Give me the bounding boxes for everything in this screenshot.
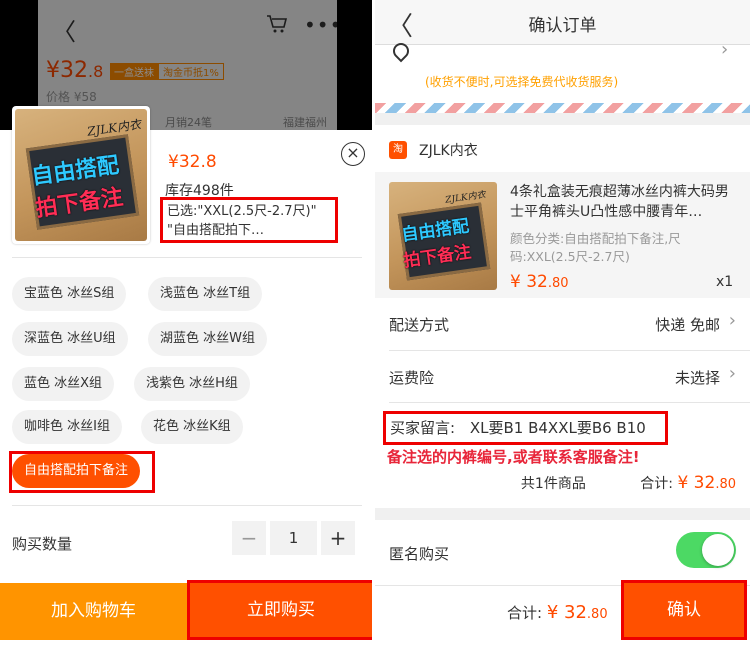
quantity-stepper: − 1 + [232, 521, 355, 555]
sku-option[interactable]: 浅紫色 冰丝H组 [134, 367, 250, 401]
order-total: 合计: ¥ 32.80 [507, 602, 608, 623]
item-title: 4条礼盒装无痕超薄冰丝内裤大码男士平角裤头U凸性感中腰青年… [510, 184, 729, 220]
item-thumbnail: ZJLK内衣 自由搭配 拍下备注 [389, 182, 497, 290]
taobao-icon: 淘 [389, 141, 407, 159]
quantity-value[interactable]: 1 [270, 521, 317, 555]
toggle-knob [702, 534, 734, 566]
sku-selected-text: 已选:"XXL(2.5尺-2.7尺)" "自由搭配拍下… [160, 197, 338, 243]
box-brand: ZJLK内衣 [86, 117, 142, 139]
address-stripe [375, 103, 750, 113]
divider [12, 505, 362, 506]
insurance-label: 运费险 [389, 369, 435, 387]
sku-option[interactable]: 花色 冰丝K组 [141, 410, 243, 444]
delivery-value: 快递 免邮 [655, 316, 720, 334]
chevron-right-icon: › [721, 39, 729, 60]
sku-option[interactable]: 蓝色 冰丝X组 [12, 367, 115, 401]
anonymous-toggle[interactable] [676, 532, 736, 568]
buy-now-button[interactable]: 立即购买 [190, 583, 372, 637]
gift-box-image: ZJLK内衣 自由搭配 拍下备注 [389, 182, 497, 290]
minus-button[interactable]: − [232, 521, 266, 555]
item-quantity: x1 [716, 274, 734, 290]
buyer-message-value[interactable]: XL要B1 B4XXL要B6 B10 [470, 419, 646, 437]
buyer-message-field[interactable]: 买家留言: XL要B1 B4XXL要B6 B10 [383, 411, 668, 445]
confirm-button[interactable]: 确认 [624, 583, 744, 637]
item-spec: 颜色分类:自由搭配拍下备注,尺码:XXL(2.5尺-2.7尺) [510, 231, 681, 264]
sku-product-image: ZJLK内衣 自由搭配 拍下备注 [12, 106, 150, 244]
sku-option[interactable]: 浅蓝色 冰丝T组 [148, 277, 263, 311]
sku-option[interactable]: 湖蓝色 冰丝W组 [148, 322, 267, 356]
address-hint[interactable]: (收货不便时,可选择免费代收货服务) [425, 73, 618, 90]
delivery-row[interactable]: 配送方式 快递 免邮 › [389, 298, 750, 350]
sku-option[interactable]: 宝蓝色 冰丝S组 [12, 277, 127, 311]
subtotal-amount: ¥ 32.80 [677, 473, 736, 493]
section-gap [375, 113, 750, 125]
annotation-note: 备注选的内裤编号,或者联系客服备注! [387, 448, 640, 466]
buyer-message-label: 买家留言: [390, 419, 456, 437]
order-subtotal: 共1件商品 合计: ¥ 32.80 [521, 473, 736, 493]
insurance-value: 未选择 [674, 369, 720, 387]
gift-box-image: ZJLK内衣 自由搭配 拍下备注 [15, 109, 147, 241]
sku-option[interactable]: 深蓝色 冰丝U组 [12, 322, 128, 356]
item-count: 共1件商品 [520, 476, 586, 492]
sku-price: ¥32.8 [168, 152, 217, 172]
total-amount: ¥ 32.80 [546, 602, 608, 623]
shop-name[interactable]: ZJLK内衣 [419, 140, 478, 160]
divider [12, 257, 362, 258]
subtotal-label: 合计: [640, 476, 673, 492]
address-section[interactable]: › (收货不便时,可选择免费代收货服务) [375, 39, 750, 103]
chevron-right-icon: › [728, 363, 736, 384]
side-bar-right [337, 0, 375, 135]
header: 〈 确认订单 [375, 0, 750, 45]
page-title: 确认订单 [528, 16, 597, 36]
total-label: 合计: [507, 604, 543, 622]
delivery-label: 配送方式 [389, 316, 450, 334]
add-to-cart-button[interactable]: 加入购物车 [0, 583, 187, 640]
confirm-order-screen: 〈 确认订单 › (收货不便时,可选择免费代收货服务) 淘 ZJLK内衣 ZJL… [375, 0, 750, 648]
sku-option[interactable]: 咖啡色 冰丝I组 [12, 410, 122, 444]
quantity-label: 购买数量 [12, 535, 73, 553]
anonymous-label: 匿名购买 [389, 545, 450, 563]
item-price: ¥ 32.80 [510, 272, 569, 292]
insurance-row[interactable]: 运费险 未选择 › [389, 350, 750, 402]
close-icon[interactable]: × [341, 142, 365, 166]
section-gap [375, 508, 750, 520]
chevron-right-icon: › [728, 310, 736, 331]
sku-selector-screen: 〈 ••• ¥32.8 一盒送袜 淘金币抵1% 价格 ¥58 月销24笔 福建福… [0, 0, 375, 648]
sku-option-selected[interactable]: 自由搭配拍下备注 [12, 454, 141, 488]
plus-button[interactable]: + [321, 521, 355, 555]
